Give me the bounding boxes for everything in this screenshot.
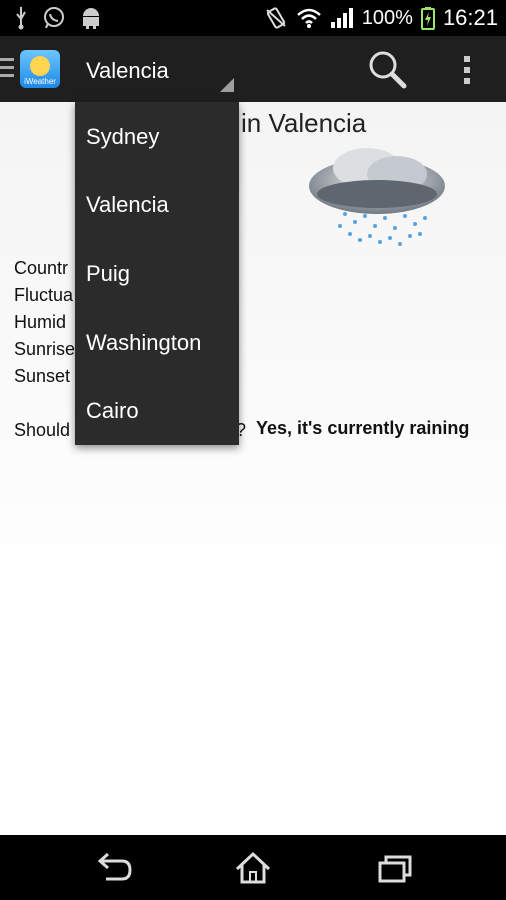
back-button[interactable]	[84, 843, 144, 893]
home-button[interactable]	[223, 843, 283, 893]
app-icon[interactable]: iWeather	[20, 50, 60, 88]
wifi-icon	[296, 8, 321, 28]
signal-icon	[330, 8, 353, 28]
sun-icon	[30, 56, 50, 76]
city-dropdown[interactable]: Valencia	[76, 50, 236, 96]
dropdown-item-label: Cairo	[86, 398, 139, 423]
humidity-label: Humid	[14, 312, 67, 332]
dropdown-item-valencia[interactable]: Valencia	[75, 172, 239, 240]
country-label: Countr	[14, 258, 69, 278]
rain-answer: Yes, it's currently raining	[256, 418, 470, 438]
dropdown-corner-icon	[220, 78, 234, 92]
navigation-bar	[0, 835, 506, 900]
dropdown-item-puig[interactable]: Puig	[75, 241, 239, 309]
drawer-menu-icon[interactable]	[0, 56, 14, 80]
dropdown-item-label: Sydney	[86, 124, 160, 149]
whatsapp-icon	[44, 7, 64, 29]
dropdown-item-washington[interactable]: Washington	[75, 310, 239, 378]
selected-city: Valencia	[86, 58, 169, 83]
search-icon	[369, 51, 407, 89]
dropdown-item-cairo[interactable]: Cairo	[75, 378, 239, 446]
fluctuation-label: Fluctua	[14, 285, 74, 305]
weather-title: in Valencia	[241, 108, 367, 138]
dropdown-item-label: Puig	[86, 261, 131, 286]
overflow-menu-button[interactable]	[456, 50, 478, 90]
rain-cloud-icon	[309, 148, 445, 246]
battery-charging-icon	[420, 7, 435, 30]
recent-apps-icon	[378, 855, 412, 883]
clock: 16:21	[442, 5, 498, 30]
sunset-label: Sunset	[14, 366, 71, 386]
battery-percent: 100%	[361, 6, 413, 29]
more-vertical-icon	[464, 56, 470, 84]
home-icon	[235, 851, 271, 884]
vibrate-icon	[266, 7, 286, 29]
search-button[interactable]	[366, 50, 410, 90]
back-icon	[97, 852, 132, 881]
android-icon	[83, 8, 99, 29]
status-bar: 100% 16:21	[0, 0, 506, 36]
dropdown-item-sydney[interactable]: Sydney	[75, 104, 239, 172]
question-label: Should	[14, 420, 71, 440]
usb-icon	[16, 7, 26, 30]
sunrise-label: Sunrise	[14, 339, 76, 359]
dropdown-item-label: Valencia	[86, 192, 169, 217]
dropdown-item-label: Washington	[86, 330, 202, 355]
city-dropdown-menu: Sydney Valencia Puig Washington Cairo	[75, 102, 239, 445]
app-icon-label: iWeather	[24, 77, 56, 86]
recent-apps-button[interactable]	[364, 843, 424, 893]
